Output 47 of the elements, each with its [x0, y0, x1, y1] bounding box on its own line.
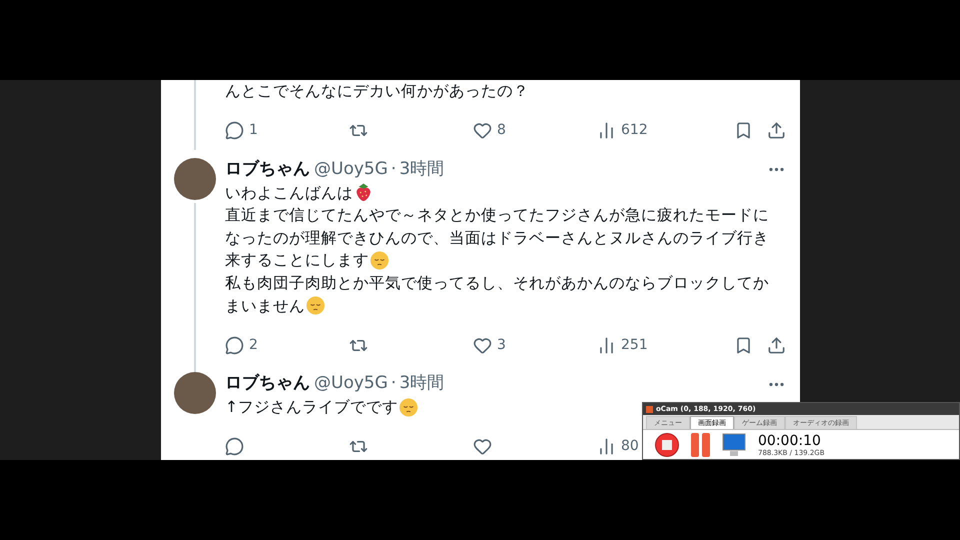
views-icon[interactable]: [597, 336, 616, 355]
pensive-face-icon: [399, 398, 418, 417]
avatar[interactable]: [174, 158, 216, 200]
avatar[interactable]: [174, 372, 216, 414]
reply-icon[interactable]: [225, 336, 244, 355]
recording-time: 00:00:10: [758, 432, 822, 448]
views-icon[interactable]: [597, 437, 616, 456]
post-text-line: んとこでそんなにデカい何かがあったの？: [225, 81, 529, 102]
like-icon[interactable]: [473, 336, 492, 355]
post-time[interactable]: 3時間: [399, 156, 444, 182]
share-icon[interactable]: [767, 121, 786, 140]
bookmark-icon[interactable]: [734, 121, 753, 140]
reply-icon[interactable]: [225, 437, 244, 456]
post-text-line: いわよこんばんは: [225, 182, 353, 204]
views-icon[interactable]: [597, 121, 616, 140]
share-icon[interactable]: [767, 336, 786, 355]
author-name[interactable]: ロブちゃん: [225, 371, 310, 397]
stop-button[interactable]: [655, 433, 679, 457]
pause-button[interactable]: [691, 433, 710, 457]
separator: ·: [390, 158, 396, 181]
reply-count: 1: [249, 121, 258, 140]
bookmark-icon[interactable]: [734, 336, 753, 355]
reply-count: 2: [249, 336, 258, 355]
post-text-line: 私も肉団子肉助とか平気で使ってるし、それがあかんのならブロックしてか: [225, 272, 769, 294]
author-handle[interactable]: @Uoy5G: [314, 371, 388, 397]
pensive-face-icon: [370, 251, 389, 270]
post-time[interactable]: 3時間: [399, 371, 444, 397]
post-text-line: 直近まで信じてたんやで～ネタとか使ってたフジさんが急に疲れたモードに: [225, 205, 769, 226]
post-text-line: ↑フジさんライブでです: [225, 397, 398, 418]
view-count: 251: [621, 336, 648, 355]
post-text-line: 来することにします: [225, 250, 369, 272]
author-name[interactable]: ロブちゃん: [225, 156, 310, 182]
pensive-face-icon: [306, 296, 325, 316]
monitor-icon[interactable]: [722, 433, 746, 457]
like-count: 8: [497, 121, 506, 140]
separator: ·: [390, 372, 396, 396]
like-count: 3: [497, 336, 506, 355]
app-icon: [646, 406, 653, 412]
like-icon[interactable]: [473, 437, 492, 456]
view-count: 80: [621, 437, 639, 456]
post-text-line: なったのが理解できひんので、当面はドラベーさんとヌルさんのライブ行き: [225, 228, 769, 249]
view-count: 612: [621, 121, 648, 140]
like-icon[interactable]: [473, 121, 492, 140]
strawberry-icon: [354, 183, 373, 202]
author-handle[interactable]: @Uoy5G: [314, 156, 388, 182]
post-text-line: まいません: [225, 296, 305, 317]
reply-icon[interactable]: [225, 121, 244, 140]
